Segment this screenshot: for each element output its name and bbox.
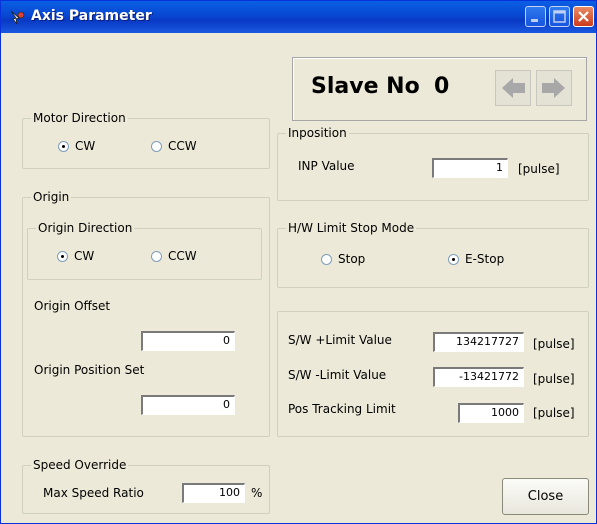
- motor-direction-legend: Motor Direction: [31, 111, 128, 125]
- radio-unselected-icon: [151, 250, 162, 262]
- hw-limit-stop-label: Stop: [338, 252, 366, 266]
- inp-value-input[interactable]: 1: [432, 158, 508, 178]
- hw-limit-estop-label: E-Stop: [465, 252, 505, 266]
- origin-direction-cw-label: CW: [74, 249, 95, 263]
- inposition-legend: Inposition: [286, 126, 349, 140]
- slave-number: 0: [434, 74, 450, 99]
- close-window-button[interactable]: [573, 6, 594, 27]
- sw-minus-limit-unit: [pulse]: [533, 372, 575, 386]
- prev-slave-button[interactable]: [495, 70, 531, 106]
- pos-tracking-limit-unit: [pulse]: [533, 406, 575, 420]
- slave-panel: Slave No 0: [292, 57, 587, 121]
- motor-direction-cw-label: CW: [75, 139, 96, 153]
- origin-direction-legend: Origin Direction: [36, 221, 135, 235]
- origin-group: Origin Origin Direction CW CCW Origin Of…: [22, 190, 270, 437]
- sw-plus-limit-label: S/W +Limit Value: [288, 333, 392, 347]
- origin-offset-label: Origin Offset: [34, 299, 111, 313]
- inposition-group: Inposition INP Value 1 [pulse]: [277, 126, 589, 201]
- origin-direction-group: Origin Direction CW CCW: [27, 221, 262, 280]
- next-slave-button[interactable]: [536, 70, 572, 106]
- radio-selected-icon: [448, 253, 459, 265]
- hw-limit-stop-mode-group: H/W Limit Stop Mode Stop E-Stop: [277, 221, 589, 288]
- slave-label: Slave No: [311, 74, 420, 99]
- radio-selected-icon: [58, 140, 69, 152]
- sw-plus-limit-input[interactable]: 134217727: [433, 332, 524, 352]
- origin-position-set-label: Origin Position Set: [34, 363, 145, 377]
- app-icon: [10, 10, 25, 25]
- radio-selected-icon: [57, 250, 68, 262]
- hw-limit-stop-radio[interactable]: Stop: [321, 252, 365, 266]
- motor-direction-ccw-label: CCW: [168, 139, 197, 153]
- hw-limit-estop-radio[interactable]: E-Stop: [448, 252, 504, 266]
- sw-minus-limit-input[interactable]: -13421772: [433, 367, 524, 387]
- minimize-button[interactable]: [525, 6, 546, 27]
- inp-value-unit: [pulse]: [518, 162, 560, 176]
- speed-override-legend: Speed Override: [31, 458, 129, 472]
- maximize-icon: [553, 10, 566, 23]
- sw-minus-limit-label: S/W -Limit Value: [288, 368, 387, 382]
- motor-direction-ccw-radio[interactable]: CCW: [151, 139, 197, 153]
- arrow-right-icon: [542, 78, 565, 98]
- radio-unselected-icon: [151, 140, 162, 152]
- origin-direction-ccw-label: CCW: [168, 249, 197, 263]
- window-title: Axis Parameter: [31, 8, 152, 24]
- origin-offset-input[interactable]: 0: [141, 331, 235, 351]
- motor-direction-cw-radio[interactable]: CW: [58, 139, 95, 153]
- title-bar[interactable]: Axis Parameter: [1, 1, 596, 33]
- axis-parameter-window: Axis Parameter Slave No 0 Motor Directio…: [0, 0, 597, 524]
- close-button[interactable]: Close: [502, 478, 589, 515]
- pos-tracking-limit-input[interactable]: 1000: [458, 403, 524, 423]
- sw-limit-group: S/W +Limit Value 134217727 [pulse] S/W -…: [277, 311, 589, 437]
- pos-tracking-limit-label: Pos Tracking Limit: [288, 402, 396, 416]
- speed-override-group: Speed Override Max Speed Ratio 100 %: [22, 458, 270, 514]
- max-speed-ratio-input[interactable]: 100: [182, 483, 245, 503]
- origin-direction-cw-radio[interactable]: CW: [57, 249, 94, 263]
- speed-ratio-unit: %: [251, 486, 263, 500]
- sw-plus-limit-unit: [pulse]: [533, 337, 575, 351]
- close-icon: [578, 11, 589, 22]
- maximize-button[interactable]: [549, 6, 570, 27]
- motor-direction-group: Motor Direction CW CCW: [22, 111, 270, 169]
- radio-unselected-icon: [321, 253, 332, 265]
- arrow-left-icon: [502, 78, 525, 98]
- minimize-icon: [531, 19, 538, 22]
- origin-legend: Origin: [31, 190, 72, 204]
- origin-direction-ccw-radio[interactable]: CCW: [151, 249, 197, 263]
- hw-limit-legend: H/W Limit Stop Mode: [286, 221, 417, 235]
- origin-position-set-input[interactable]: 0: [141, 395, 235, 415]
- inp-value-label: INP Value: [298, 159, 355, 173]
- max-speed-ratio-label: Max Speed Ratio: [43, 486, 144, 500]
